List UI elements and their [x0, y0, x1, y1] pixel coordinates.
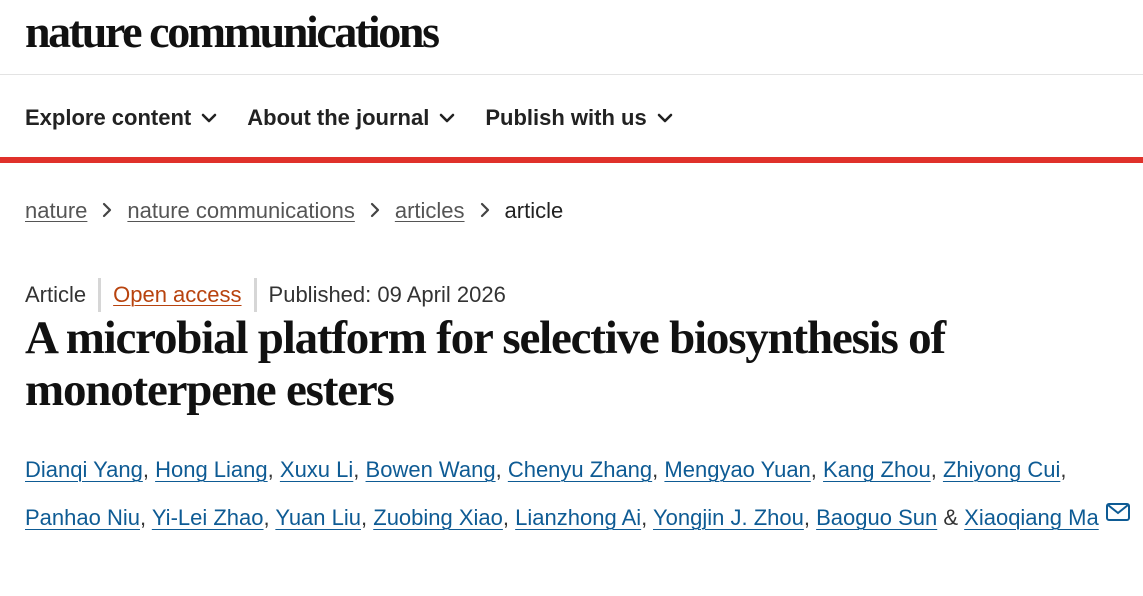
author-separator: ,: [803, 505, 810, 530]
main-nav: Explore content About the journal Publis…: [25, 96, 673, 140]
author-link[interactable]: Xiaoqiang Ma: [964, 505, 1099, 530]
breadcrumb-current: article: [504, 198, 564, 223]
header-divider: [0, 74, 1143, 75]
author-separator: ,: [502, 505, 510, 530]
author-link[interactable]: Bowen Wang: [366, 457, 496, 482]
author-separator: ,: [810, 457, 817, 482]
author-link[interactable]: Chenyu Zhang: [508, 457, 652, 482]
author-link[interactable]: Lianzhong Ai: [515, 505, 641, 530]
author-separator: ,: [930, 457, 937, 482]
nav-about-journal[interactable]: About the journal: [247, 105, 455, 131]
author-link[interactable]: Zuobing Xiao: [373, 505, 503, 530]
author-separator: ,: [263, 505, 270, 530]
author-link[interactable]: Yongjin J. Zhou: [653, 505, 804, 530]
breadcrumb: nature nature communications articles ar…: [25, 195, 563, 227]
breadcrumb-nature-communications[interactable]: nature communications: [127, 198, 354, 224]
author-separator: ,: [267, 457, 274, 482]
open-access-link[interactable]: Open access: [113, 282, 241, 308]
nav-publish-with-us[interactable]: Publish with us: [485, 105, 672, 131]
chevron-right-icon: [465, 198, 505, 224]
author-separator: ,: [641, 505, 648, 530]
author-link[interactable]: Dianqi Yang: [25, 457, 143, 482]
author-link[interactable]: Mengyao Yuan: [664, 457, 810, 482]
author-joiner: &: [943, 505, 959, 530]
breadcrumb-articles[interactable]: articles: [395, 198, 465, 224]
chevron-down-icon: [201, 113, 217, 123]
author-separator: ,: [361, 505, 368, 530]
author-separator: ,: [652, 457, 659, 482]
author-link[interactable]: Yi-Lei Zhao: [152, 505, 264, 530]
author-link[interactable]: Hong Liang: [155, 457, 268, 482]
article-title: A microbial platform for selective biosy…: [25, 312, 946, 416]
chevron-down-icon: [657, 113, 672, 123]
author-link[interactable]: Panhao Niu: [25, 505, 140, 530]
site-header: nature communications: [25, 6, 440, 66]
author-link[interactable]: Xuxu Li: [280, 457, 353, 482]
nav-explore-content[interactable]: Explore content: [25, 105, 217, 131]
author-separator: ,: [139, 505, 147, 530]
author-separator: ,: [142, 457, 149, 482]
nav-accent-bar: [0, 157, 1143, 163]
author-link[interactable]: Zhiyong Cui: [943, 457, 1060, 482]
author-separator: ,: [1060, 457, 1067, 482]
meta-divider: [253, 278, 257, 312]
article-meta: Article Open access Published: 09 April …: [25, 278, 506, 312]
journal-logo[interactable]: nature communications: [25, 6, 440, 58]
author-separator: ,: [495, 457, 502, 482]
author-separator: ,: [353, 457, 360, 482]
meta-divider: [98, 278, 102, 312]
nav-label: Explore content: [25, 105, 192, 130]
breadcrumb-nature[interactable]: nature: [25, 198, 87, 224]
article-type: Article: [25, 282, 87, 307]
published-date: Published: 09 April 2026: [268, 282, 506, 307]
nav-label: Publish with us: [485, 105, 647, 130]
author-list: Dianqi Yang, Hong Liang, Xuxu Li, Bowen …: [25, 446, 1140, 542]
chevron-right-icon: [355, 198, 395, 224]
author-link[interactable]: Yuan Liu: [275, 505, 361, 530]
mail-icon[interactable]: [1105, 501, 1131, 523]
author-link[interactable]: Baoguo Sun: [816, 505, 937, 530]
chevron-down-icon: [440, 113, 455, 123]
chevron-right-icon: [87, 198, 127, 224]
nav-label: About the journal: [247, 105, 430, 130]
author-link[interactable]: Kang Zhou: [823, 457, 931, 482]
